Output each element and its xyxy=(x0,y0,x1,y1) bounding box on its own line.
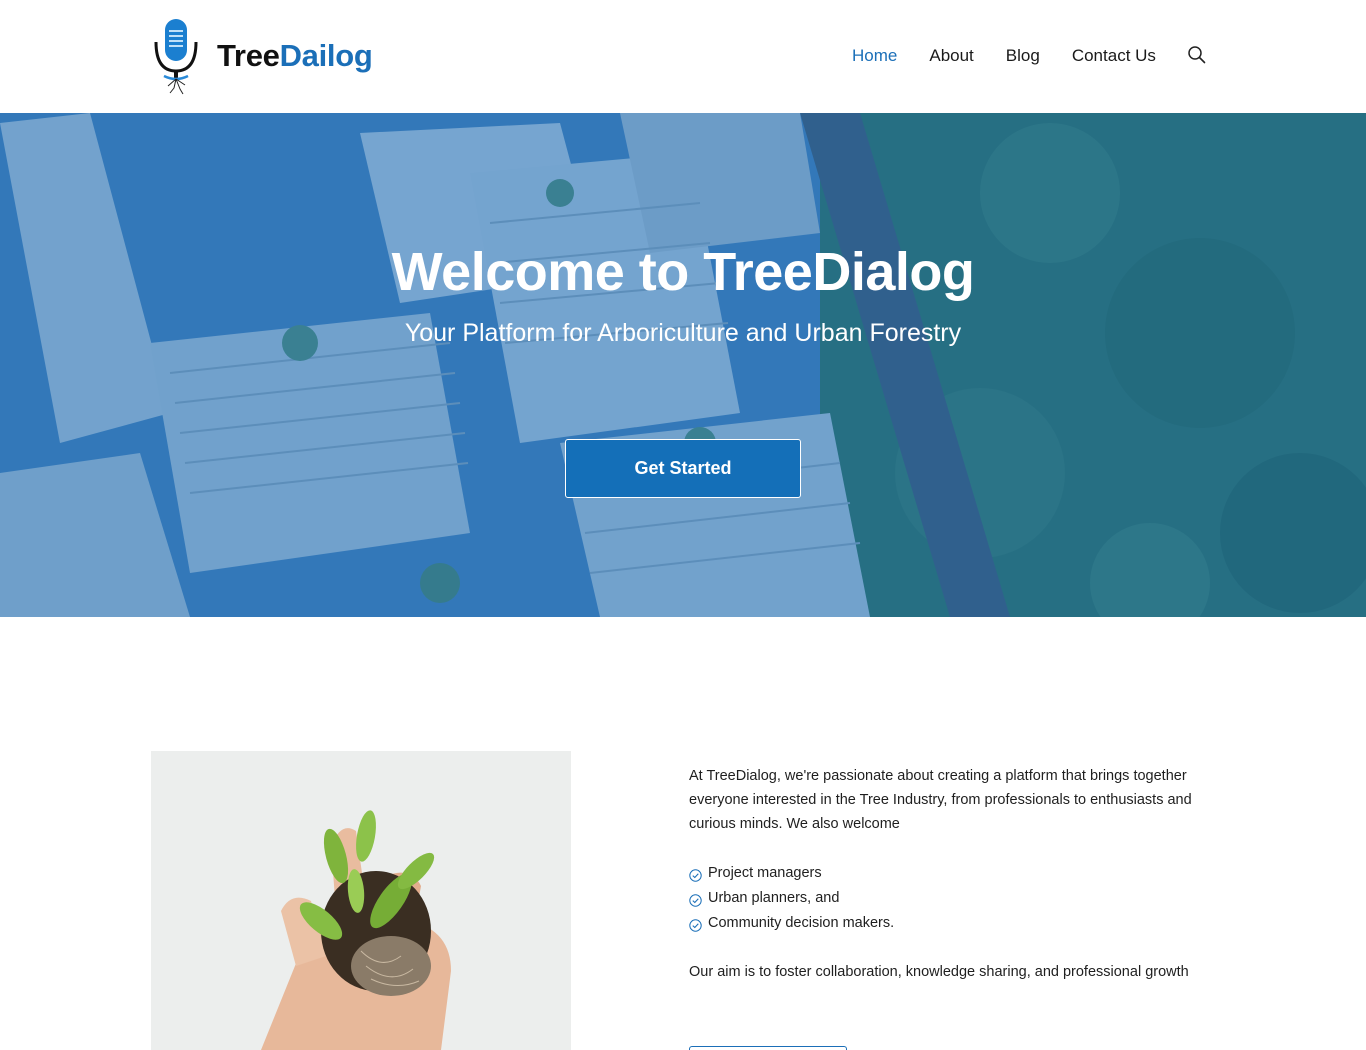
nav-contact-us[interactable]: Contact Us xyxy=(1072,45,1156,67)
audience-list: Project managers Urban planners, and Com… xyxy=(689,860,1209,935)
microphone-tree-logo-icon xyxy=(150,16,202,96)
check-circle-icon xyxy=(689,866,702,882)
hero-subtitle: Your Platform for Arboriculture and Urba… xyxy=(404,319,962,347)
brand-name-part2: Dailog xyxy=(279,38,373,73)
hero-section: Welcome to TreeDialog Your Platform for … xyxy=(0,113,1366,617)
list-item: Urban planners, and xyxy=(689,885,1209,910)
brand-logo[interactable]: TreeDailog xyxy=(150,16,373,96)
seedlings-in-hand-image xyxy=(151,751,571,1050)
list-item-label: Urban planners, and xyxy=(708,889,840,906)
nav-about[interactable]: About xyxy=(929,45,973,67)
hero-blue-overlay xyxy=(0,113,1366,617)
list-item: Project managers xyxy=(689,860,1209,885)
get-started-button[interactable]: Get Started xyxy=(565,439,801,498)
about-intro: At TreeDialog, we're passionate about cr… xyxy=(689,768,1192,832)
about-aim: Our aim is to foster collaboration, know… xyxy=(689,964,1189,980)
site-header: TreeDailog Home About Blog Contact Us xyxy=(0,0,1366,113)
brand-name-part1: Tree xyxy=(217,38,280,73)
list-item: Community decision makers. xyxy=(689,910,1209,935)
list-item-label: Project managers xyxy=(708,864,822,881)
nav-home[interactable]: Home xyxy=(852,45,897,67)
about-button-partial[interactable] xyxy=(689,1046,847,1050)
nav-blog[interactable]: Blog xyxy=(1006,45,1040,67)
hero-title: Welcome to TreeDialog xyxy=(391,242,975,302)
list-item-label: Community decision makers. xyxy=(708,914,895,931)
search-icon[interactable] xyxy=(1187,45,1207,65)
check-circle-icon xyxy=(689,916,702,932)
check-circle-icon xyxy=(689,891,702,907)
brand-name: TreeDailog xyxy=(217,38,373,74)
main-nav: Home About Blog Contact Us xyxy=(852,45,1207,67)
about-text-block: At TreeDialog, we're passionate about cr… xyxy=(689,764,1209,1008)
